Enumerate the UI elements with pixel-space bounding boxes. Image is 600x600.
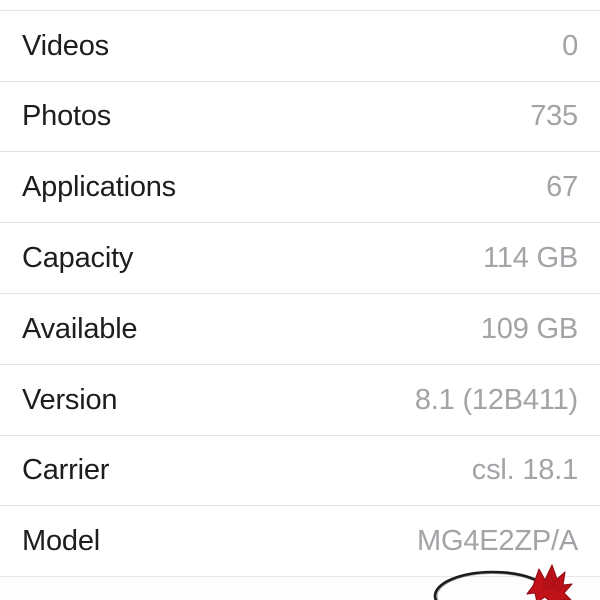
info-row-capacity[interactable]: Capacity 114 GB xyxy=(0,223,600,294)
info-row-label: Photos xyxy=(22,100,112,133)
info-row-label: Version xyxy=(22,383,118,416)
info-row-value: 0 xyxy=(562,29,578,62)
info-row-value: 114 GB xyxy=(483,242,578,275)
info-row-songs[interactable]: Songs 0 xyxy=(0,0,600,11)
info-row-videos[interactable]: Videos 0 xyxy=(0,10,600,82)
info-row-value: 735 xyxy=(530,100,578,133)
info-row-value: 109 GB xyxy=(480,312,578,345)
info-row-label: Available xyxy=(22,312,138,345)
info-row-available[interactable]: Available 109 GB xyxy=(0,293,600,365)
info-row-carrier[interactable]: Carrier csl. 18.1 xyxy=(0,435,600,507)
info-row-model[interactable]: Model MG4E2ZP/A xyxy=(0,506,600,578)
info-row-label: Capacity xyxy=(22,242,134,275)
info-row-value: MG4E2ZP/A xyxy=(417,525,578,558)
device-info-list: Songs 0 Videos 0 Photos 735 Applications… xyxy=(0,0,600,578)
info-row-value: csl. 18.1 xyxy=(471,454,578,487)
info-row-version[interactable]: Version 8.1 (12B411) xyxy=(0,364,600,436)
info-row-label: Applications xyxy=(22,171,176,204)
info-row-value: 67 xyxy=(546,171,578,204)
device-info-screen: Songs 0 Videos 0 Photos 735 Applications… xyxy=(0,0,600,600)
info-row-label: Model xyxy=(22,525,100,558)
info-row-value: 8.1 (12B411) xyxy=(414,383,578,416)
info-row-label: Videos xyxy=(22,29,109,62)
info-row-label: Carrier xyxy=(22,454,110,487)
info-row-photos[interactable]: Photos 735 xyxy=(0,81,600,153)
info-row-applications[interactable]: Applications 67 xyxy=(0,152,600,224)
